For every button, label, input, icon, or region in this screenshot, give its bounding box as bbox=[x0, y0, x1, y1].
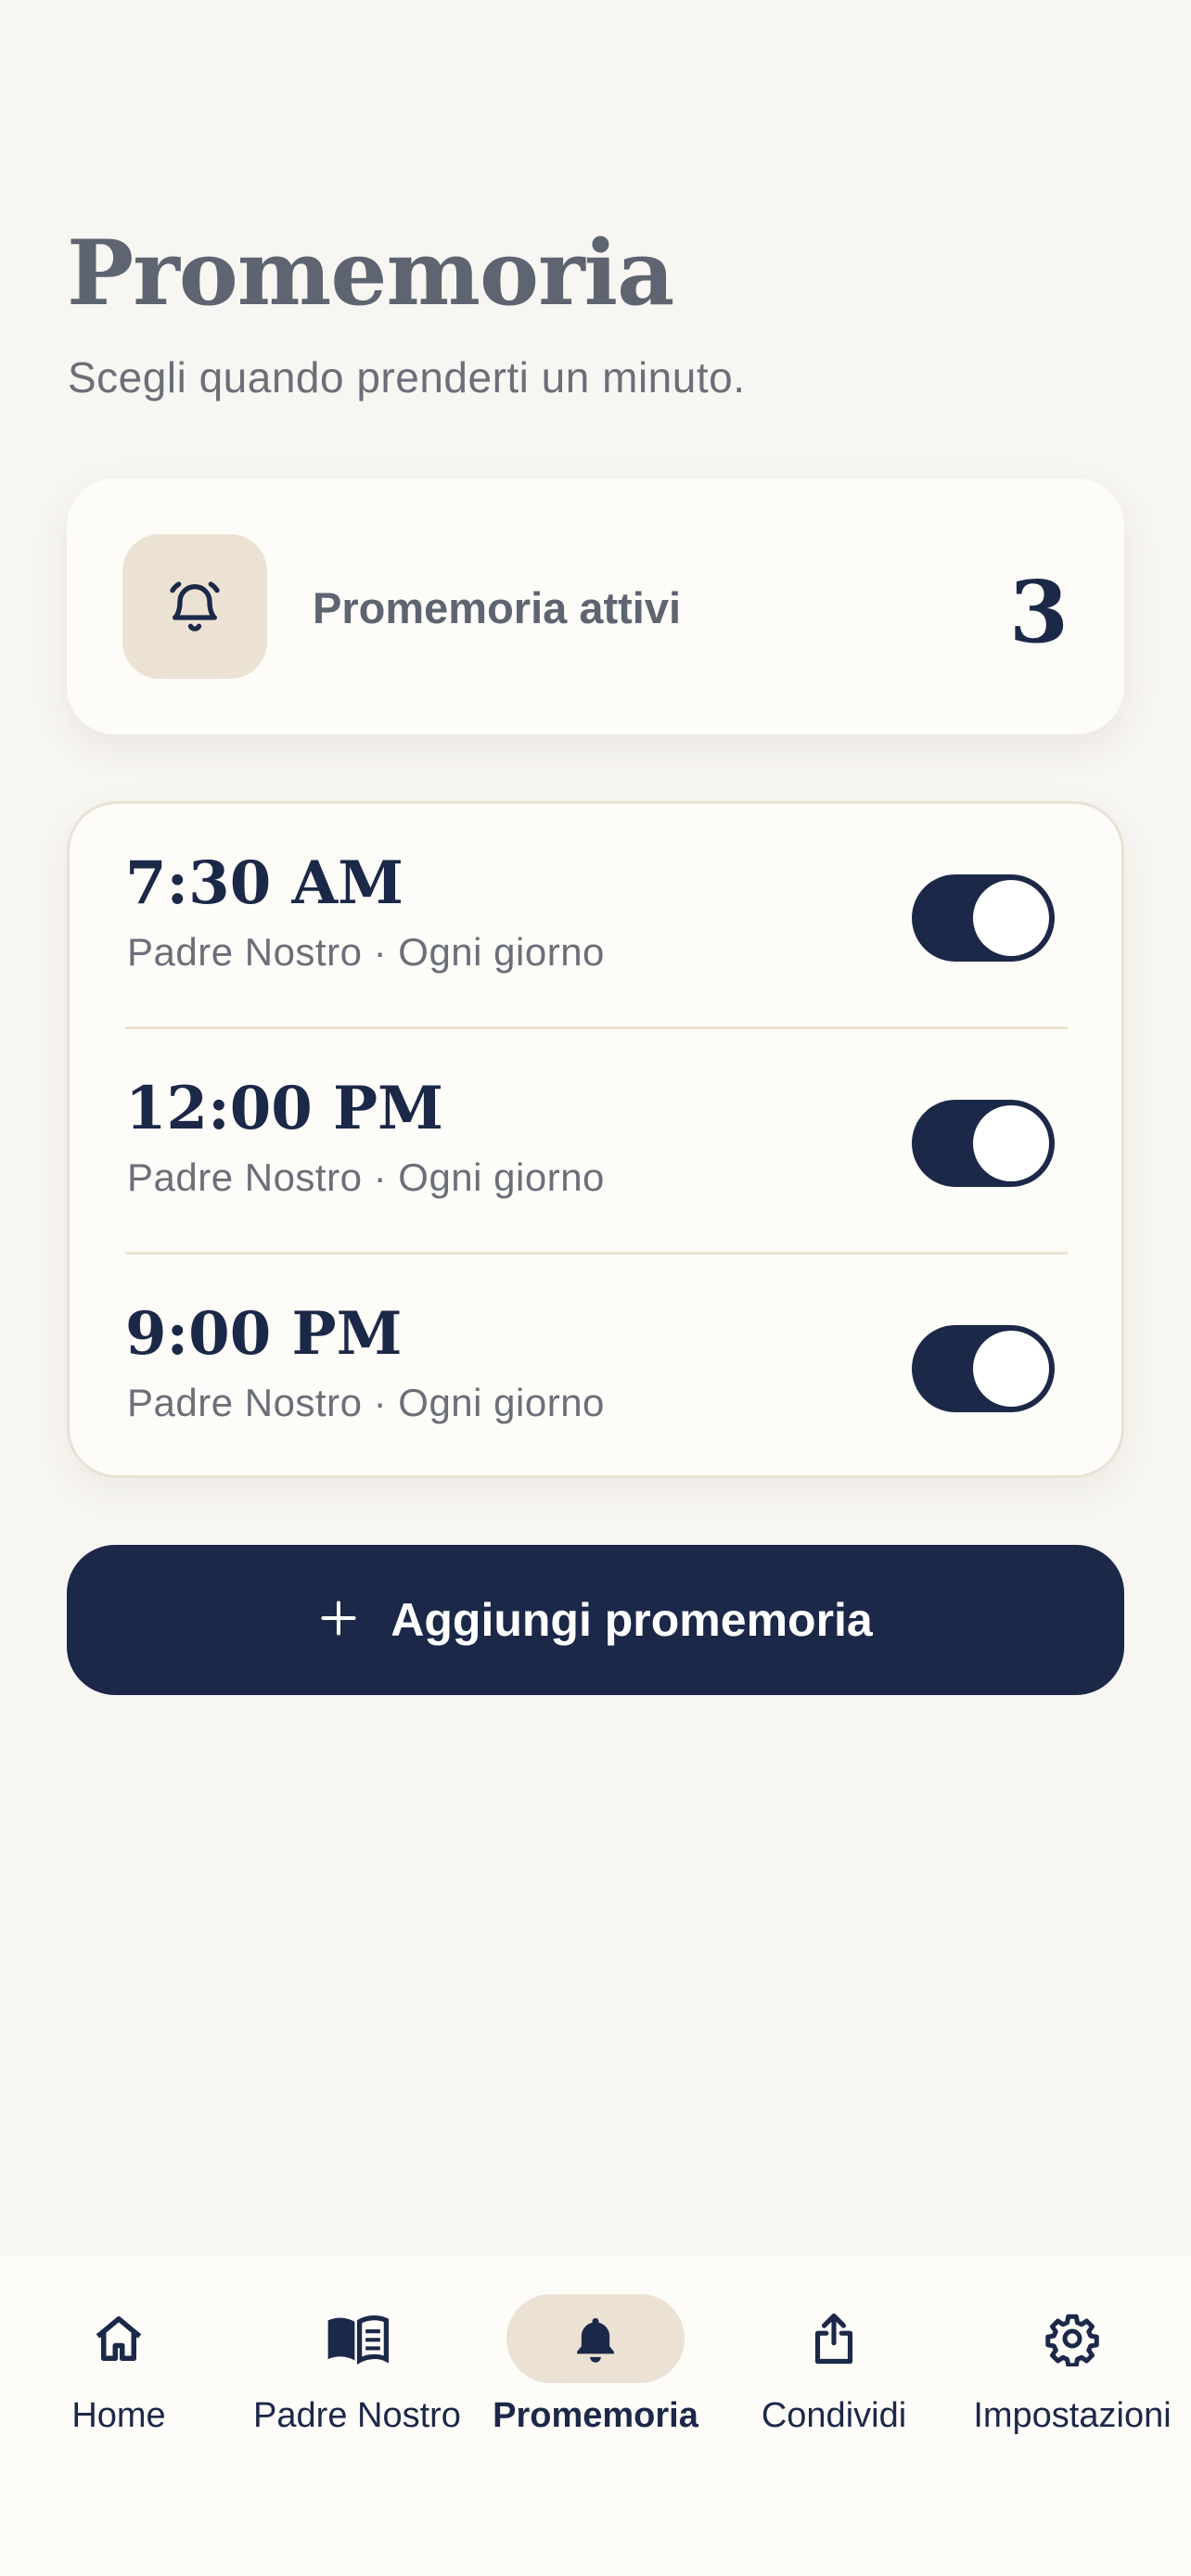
reminder-time: 7:30 AM bbox=[125, 848, 403, 918]
bell-icon bbox=[506, 2294, 685, 2383]
reminder-time: 12:00 PM bbox=[125, 1074, 443, 1143]
tab-promemoria[interactable]: Promemoria bbox=[477, 2294, 714, 2461]
tab-condividi[interactable]: Condividi bbox=[715, 2294, 953, 2461]
tab-label: Home bbox=[71, 2396, 166, 2435]
reminder-time: 9:00 PM bbox=[125, 1299, 403, 1369]
active-reminders-card: Promemoria attivi 3 bbox=[67, 478, 1124, 734]
reminder-toggle[interactable] bbox=[912, 1325, 1055, 1412]
add-reminder-label: Aggiungi promemoria bbox=[391, 1594, 873, 1646]
reminder-detail: Padre Nostro · Ogni giorno bbox=[127, 930, 605, 974]
page-subtitle: Scegli quando prenderti un minuto. bbox=[68, 353, 746, 402]
reminder-detail: Padre Nostro · Ogni giorno bbox=[127, 1381, 605, 1424]
plus-icon bbox=[318, 1598, 359, 1643]
tab-label: Condividi bbox=[761, 2396, 907, 2435]
bell-ringing-icon bbox=[122, 534, 267, 679]
add-reminder-button[interactable]: Aggiungi promemoria bbox=[67, 1545, 1124, 1695]
tab-label: Impostazioni bbox=[973, 2396, 1172, 2435]
tab-label: Promemoria bbox=[493, 2396, 698, 2435]
reminder-toggle[interactable] bbox=[912, 1100, 1055, 1187]
book-icon bbox=[268, 2294, 446, 2383]
reminder-row[interactable]: 12:00 PM Padre Nostro · Ogni giorno bbox=[125, 1029, 1068, 1255]
home-icon bbox=[30, 2294, 208, 2383]
toggle-knob bbox=[973, 1331, 1049, 1407]
tab-label: Padre Nostro bbox=[253, 2396, 461, 2435]
toggle-knob bbox=[973, 880, 1049, 956]
reminders-screen: Promemoria Scegli quando prenderti un mi… bbox=[0, 0, 1191, 2576]
toggle-knob bbox=[973, 1105, 1049, 1181]
reminder-detail: Padre Nostro · Ogni giorno bbox=[127, 1155, 605, 1199]
reminder-row[interactable]: 9:00 PM Padre Nostro · Ogni giorno bbox=[125, 1255, 1068, 1480]
bottom-tab-bar: Home Padre Nostro Promemoria Condividi I… bbox=[0, 2255, 1191, 2576]
tab-padre-nostro[interactable]: Padre Nostro bbox=[238, 2294, 476, 2461]
tab-impostazioni[interactable]: Impostazioni bbox=[954, 2294, 1191, 2461]
reminder-toggle[interactable] bbox=[912, 874, 1055, 962]
tab-home[interactable]: Home bbox=[0, 2294, 237, 2461]
share-icon bbox=[745, 2294, 923, 2383]
active-reminders-label: Promemoria attivi bbox=[313, 583, 682, 632]
active-reminders-count: 3 bbox=[1008, 562, 1069, 662]
page-title: Promemoria bbox=[67, 221, 674, 325]
reminder-row[interactable]: 7:30 AM Padre Nostro · Ogni giorno bbox=[125, 804, 1068, 1029]
gear-icon bbox=[983, 2294, 1161, 2383]
reminder-list: 7:30 AM Padre Nostro · Ogni giorno 12:00… bbox=[67, 801, 1124, 1478]
